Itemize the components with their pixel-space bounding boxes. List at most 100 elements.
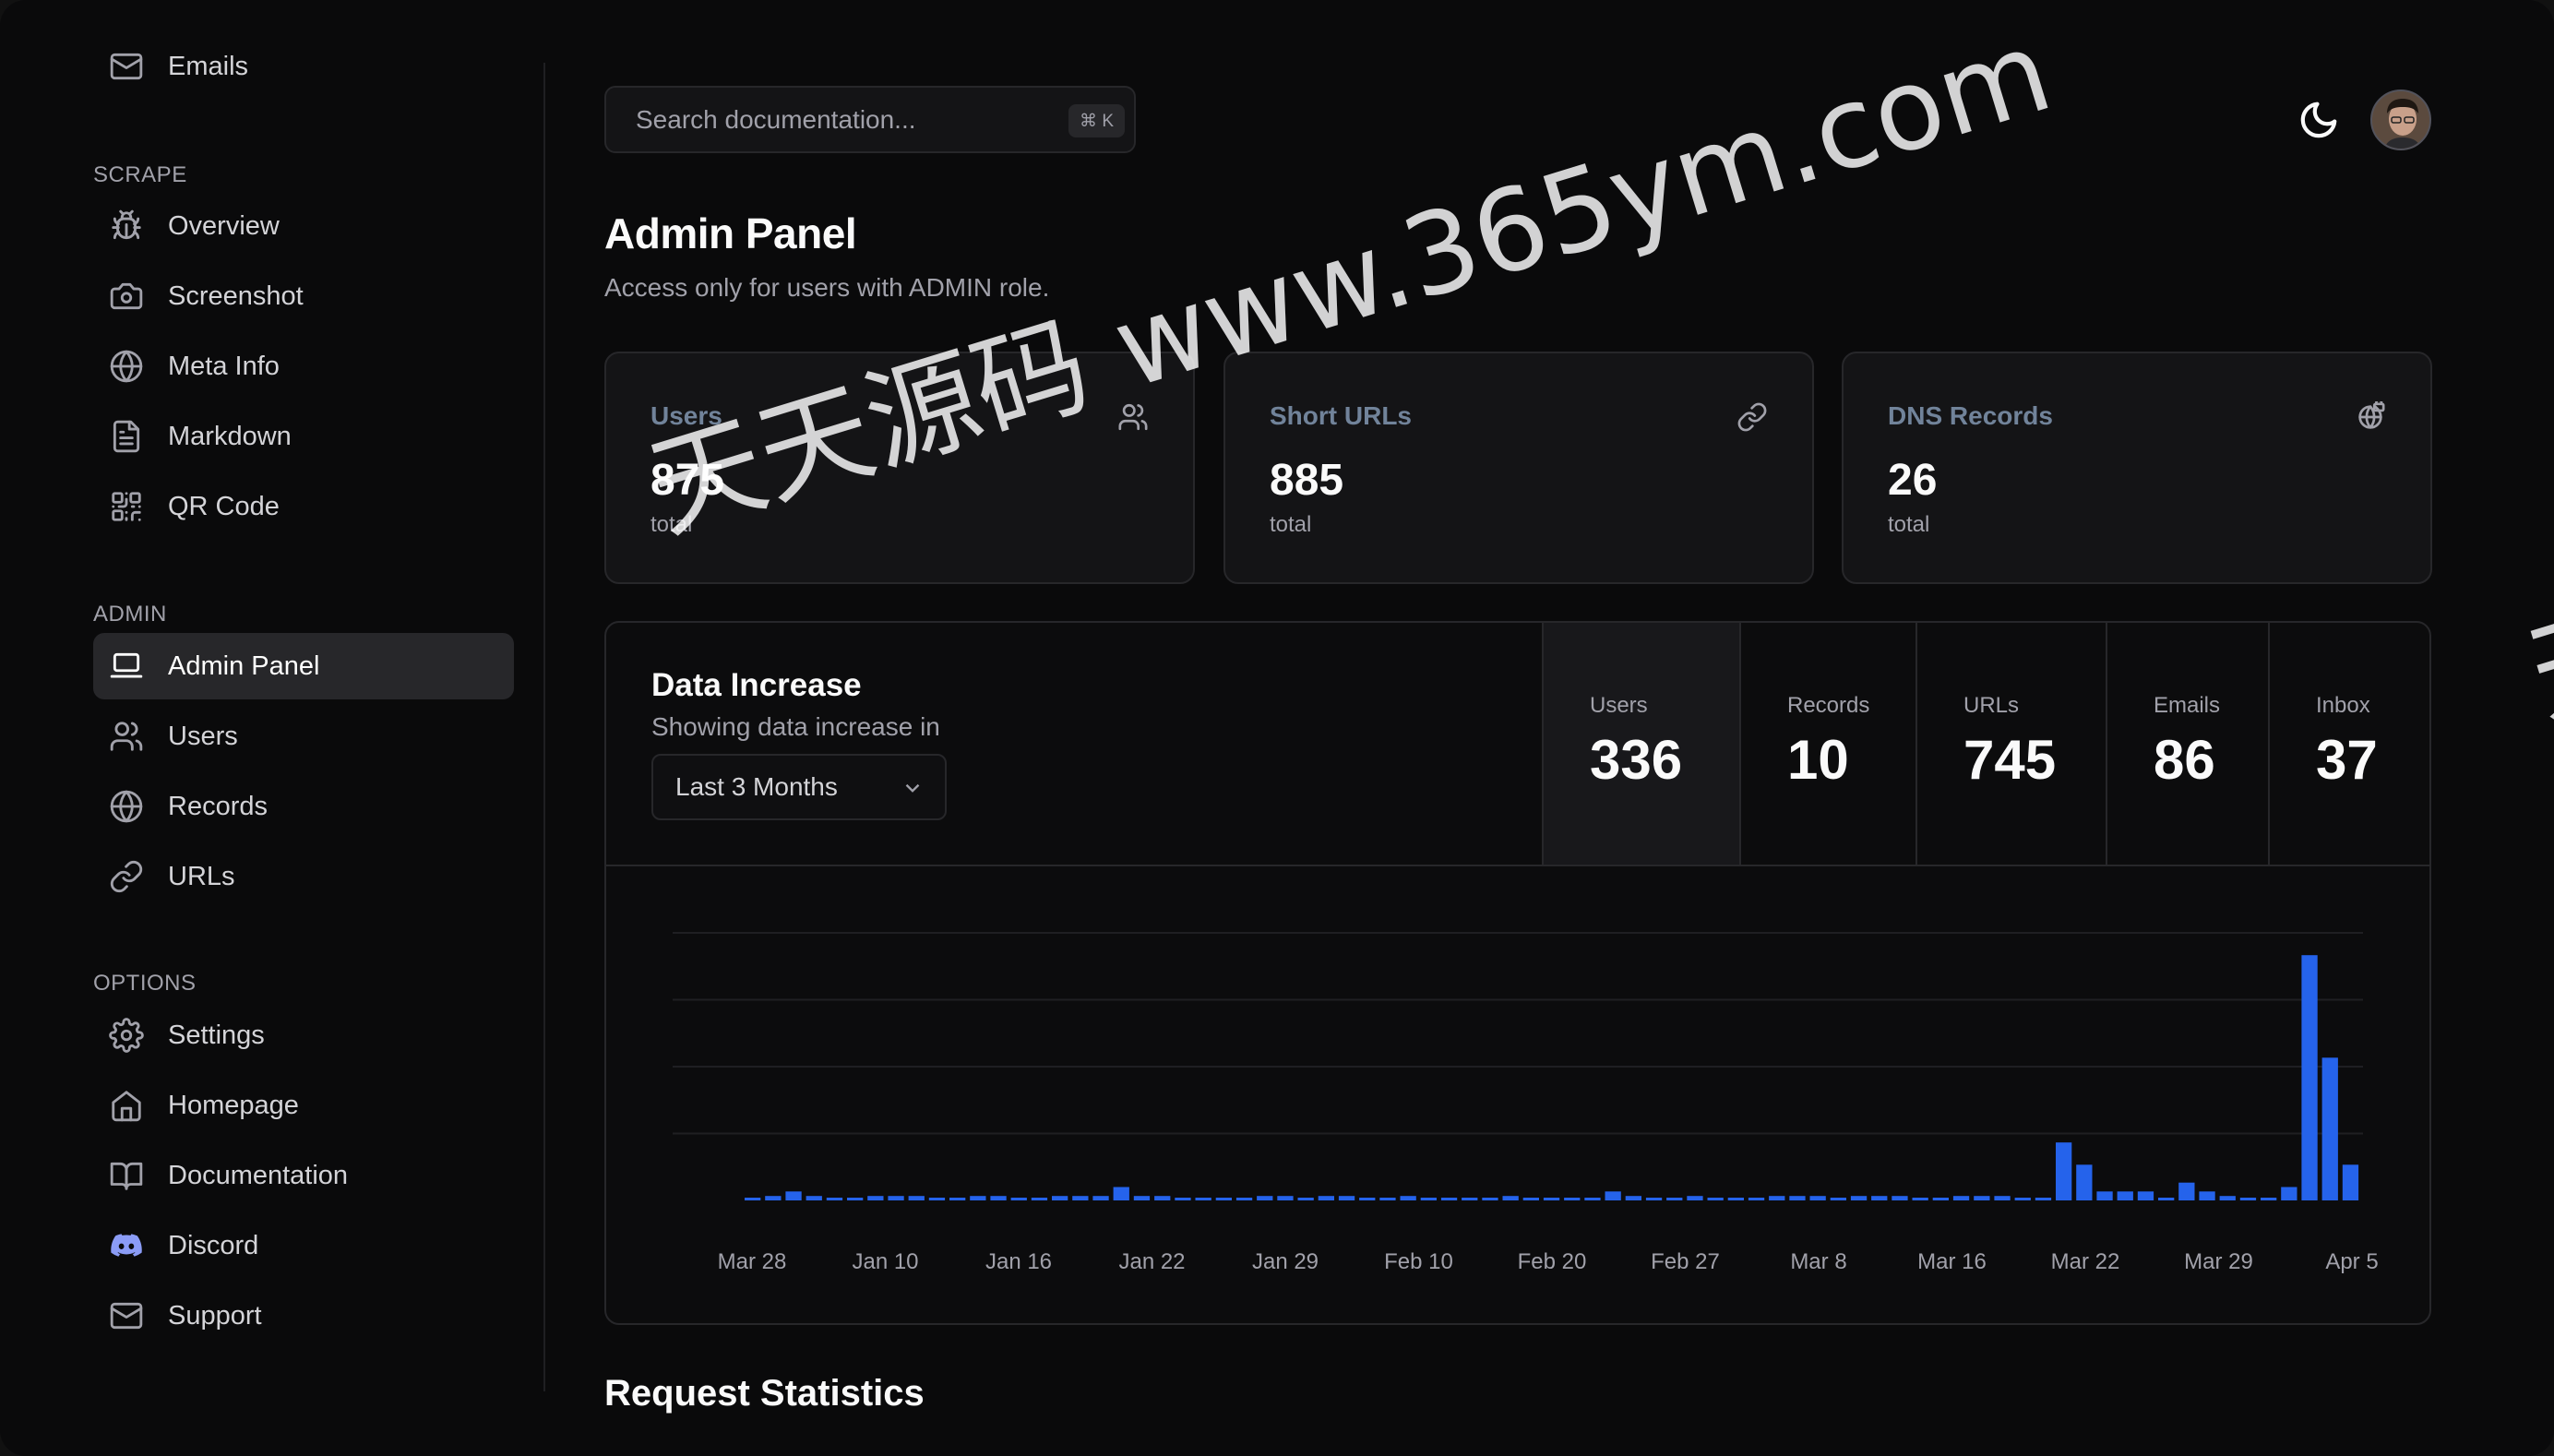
chart-bar (1952, 1196, 1970, 1200)
home-icon (108, 1087, 145, 1124)
section-title-admin: ADMIN (93, 602, 167, 627)
chart-bar (2178, 1182, 2195, 1200)
sidebar-divider (543, 63, 545, 1391)
file-text-icon (108, 418, 145, 455)
chart-bar (1522, 1198, 1539, 1200)
chart-bar (2056, 1142, 2072, 1200)
sidebar-item-documentation[interactable]: Documentation (93, 1142, 514, 1209)
chart-bar (826, 1198, 843, 1200)
chart-bar (2096, 1191, 2113, 1200)
chart-bar (928, 1198, 946, 1200)
watermark-edge: 天 (2513, 583, 2554, 743)
panel-title: Data Increase (651, 667, 862, 703)
chart-bar (1769, 1196, 1785, 1200)
chart-bar (1912, 1198, 1928, 1200)
stat-tab-urls[interactable]: URLs 745 (1916, 623, 2106, 865)
chart-bar (1687, 1196, 1703, 1200)
chart-bar (1707, 1198, 1724, 1200)
sidebar-item-meta-info[interactable]: Meta Info (93, 333, 514, 400)
chart-bar (2239, 1198, 2257, 1200)
sidebar-item-label: Emails (168, 51, 249, 81)
sidebar-item-label: Admin Panel (168, 650, 320, 681)
sidebar-item-admin-panel[interactable]: Admin Panel (93, 633, 514, 699)
sidebar-item-emails[interactable]: Emails (93, 33, 514, 100)
sidebar-item-label: URLs (168, 861, 235, 891)
moon-icon (2297, 99, 2340, 146)
shortcut-badge: ⌘ K (1068, 104, 1125, 137)
bug-icon (108, 208, 145, 245)
chart-x-tick-label: Apr 5 (2325, 1249, 2378, 1274)
sidebar-item-overview[interactable]: Overview (93, 193, 514, 259)
users-icon (108, 718, 145, 755)
chart-bar (888, 1196, 904, 1200)
chart-x-tick-label: Jan 22 (1118, 1249, 1185, 1274)
chart-x-tick-label: Mar 29 (2184, 1249, 2253, 1274)
chart-bar (1420, 1198, 1437, 1200)
chart-bar (1932, 1198, 1949, 1200)
chart-bar (1543, 1198, 1560, 1200)
chart-bar (1440, 1198, 1458, 1200)
chart-bar (2158, 1198, 2175, 1200)
chart-bar (1994, 1196, 2011, 1200)
theme-toggle-button[interactable] (2294, 97, 2344, 147)
chart-bar (2219, 1196, 2236, 1200)
chart-bar (1010, 1198, 1027, 1200)
sidebar-item-label: Settings (168, 1020, 265, 1050)
chart-bar (2137, 1191, 2154, 1200)
chart-x-tick-label: Feb 27 (1651, 1249, 1720, 1274)
chart-bar (2035, 1198, 2052, 1200)
card-title: Short URLs (1270, 401, 1412, 430)
card-title: DNS Records (1888, 401, 2053, 430)
sidebar-item-discord[interactable]: Discord (93, 1212, 514, 1279)
stat-card-dns-records: DNS Records 26 total (1842, 352, 2432, 584)
stat-label: Records (1787, 693, 1870, 718)
chart-x-tick-label: Jan 10 (852, 1249, 918, 1274)
chart-bar (1175, 1198, 1191, 1200)
avatar-image (2372, 91, 2429, 149)
stat-value: 86 (2154, 729, 2215, 791)
chart-bar (1666, 1198, 1683, 1200)
section-title-options: OPTIONS (93, 971, 197, 996)
stat-tab-emails[interactable]: Emails 86 (2106, 623, 2268, 865)
mail-icon (108, 1297, 145, 1334)
chart-bar (1072, 1196, 1089, 1200)
range-select-value: Last 3 Months (675, 772, 838, 801)
sidebar-item-users[interactable]: Users (93, 703, 514, 770)
sidebar-item-support[interactable]: Support (93, 1283, 514, 1349)
stat-tab-users[interactable]: Users 336 (1542, 623, 1739, 865)
link-icon (1736, 401, 1768, 433)
section-title-scrape: SCRAPE (93, 162, 187, 187)
chart-bar (1502, 1196, 1519, 1200)
sidebar-item-records[interactable]: Records (93, 773, 514, 840)
chart-bar (1645, 1198, 1663, 1200)
range-select[interactable]: Last 3 Months (651, 754, 947, 820)
sidebar-item-markdown[interactable]: Markdown (93, 403, 514, 470)
chart-bar (867, 1196, 884, 1200)
chart-bar (1379, 1198, 1396, 1200)
chart-bar (908, 1196, 925, 1200)
sidebar-item-screenshot[interactable]: Screenshot (93, 263, 514, 329)
chart-bar (1257, 1196, 1273, 1200)
chart-bar (1297, 1198, 1314, 1200)
globe-icon (108, 788, 145, 825)
sidebar-item-settings[interactable]: Settings (93, 1002, 514, 1068)
stat-tab-inbox[interactable]: Inbox 37 (2268, 623, 2429, 865)
qr-code-icon (108, 488, 145, 525)
chart-bar (1052, 1196, 1068, 1200)
chart-bar (847, 1198, 864, 1200)
chevron-down-icon (901, 776, 925, 800)
sidebar-item-homepage[interactable]: Homepage (93, 1072, 514, 1139)
section-heading-request-statistics: Request Statistics (604, 1373, 925, 1414)
stat-value: 745 (1963, 729, 2057, 791)
sidebar-item-qr-code[interactable]: QR Code (93, 473, 514, 540)
chart-bar (1850, 1196, 1868, 1200)
avatar[interactable] (2370, 90, 2431, 150)
sidebar-item-label: Homepage (168, 1090, 299, 1120)
stat-tab-records[interactable]: Records 10 (1739, 623, 1916, 865)
sidebar-item-urls[interactable]: URLs (93, 843, 514, 910)
chart-bar (1031, 1198, 1048, 1200)
chart-bar (1277, 1196, 1294, 1200)
chart-bar (2117, 1191, 2133, 1200)
chart-bar (1215, 1198, 1232, 1200)
search-input[interactable]: Search documentation... ⌘ K (604, 86, 1136, 153)
